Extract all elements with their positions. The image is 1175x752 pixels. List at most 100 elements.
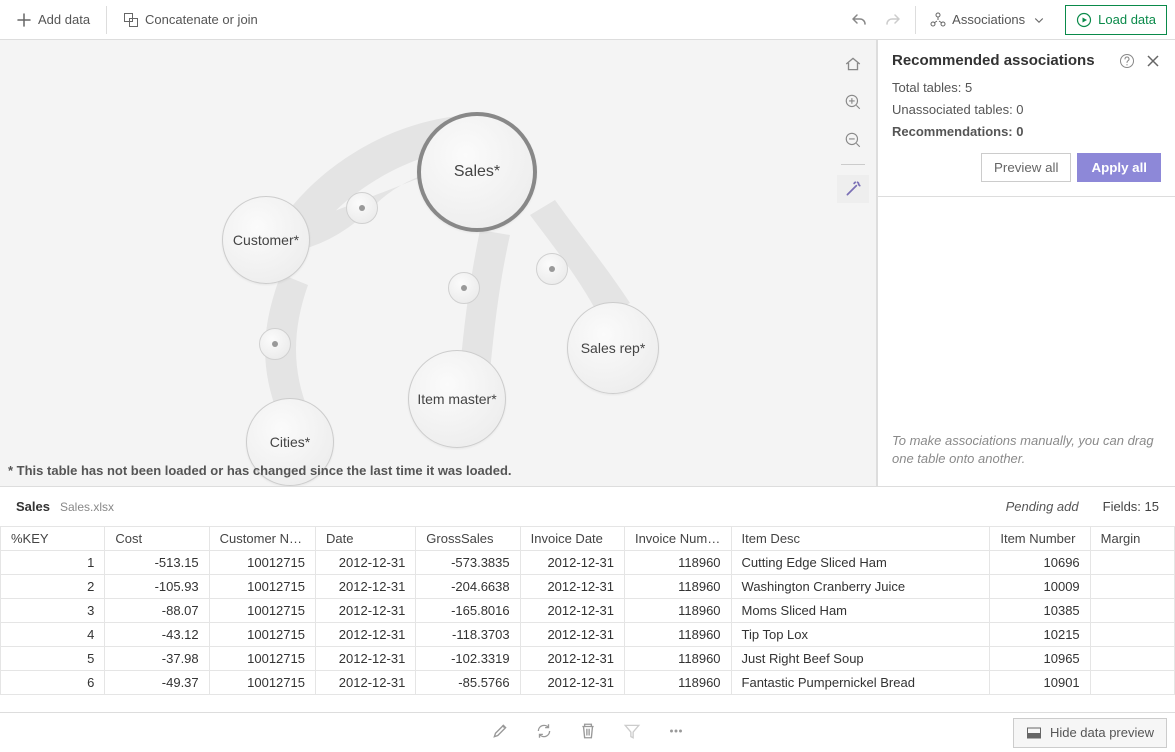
concatenate-icon [123, 12, 139, 28]
divider [878, 196, 1175, 197]
bubble-sales[interactable]: Sales* [417, 112, 537, 232]
column-header[interactable]: Invoice Date [520, 527, 624, 551]
bubble-customer[interactable]: Customer* [222, 196, 310, 284]
table-cell: 2012-12-31 [315, 551, 415, 575]
column-header[interactable]: Cost [105, 527, 209, 551]
add-data-button[interactable]: Add data [8, 6, 98, 34]
bottom-toolbar: Hide data preview [0, 712, 1175, 752]
table-cell: 2012-12-31 [520, 599, 624, 623]
refresh-icon[interactable] [535, 722, 553, 743]
load-data-button[interactable]: Load data [1065, 5, 1167, 35]
table-cell: 10012715 [209, 671, 315, 695]
apply-all-button[interactable]: Apply all [1077, 153, 1161, 182]
home-zoom-button[interactable] [837, 50, 869, 78]
undo-button[interactable] [843, 6, 875, 34]
table-cell: 2012-12-31 [315, 623, 415, 647]
main-area: Sales* Customer* Item master* Sales rep*… [0, 40, 1175, 486]
table-cell: 2012-12-31 [520, 671, 624, 695]
redo-button[interactable] [877, 6, 909, 34]
table-cell: 10965 [990, 647, 1090, 671]
table-cell: -102.3319 [416, 647, 520, 671]
concatenate-button[interactable]: Concatenate or join [115, 6, 266, 34]
recommendations-row: Recommendations: 0 [892, 121, 1161, 143]
table-cell: -513.15 [105, 551, 209, 575]
associations-label: Associations [952, 12, 1025, 27]
table-cell: -37.98 [105, 647, 209, 671]
table-cell: 3 [1, 599, 105, 623]
column-header[interactable]: GrossSales [416, 527, 520, 551]
concatenate-label: Concatenate or join [145, 12, 258, 27]
table-cell: -49.37 [105, 671, 209, 695]
table-row[interactable]: 6-49.37100127152012-12-31-85.57662012-12… [1, 671, 1175, 695]
table-cell: 4 [1, 623, 105, 647]
table-cell: 118960 [624, 647, 731, 671]
more-icon[interactable] [667, 722, 685, 743]
association-joint[interactable] [259, 328, 291, 360]
edit-icon[interactable] [491, 722, 509, 743]
column-header[interactable]: Item Number [990, 527, 1090, 551]
column-header[interactable]: Invoice Num… [624, 527, 731, 551]
table-cell: 6 [1, 671, 105, 695]
table-row[interactable]: 2-105.93100127152012-12-31-204.66382012-… [1, 575, 1175, 599]
add-data-label: Add data [38, 12, 90, 27]
column-header[interactable]: Customer N… [209, 527, 315, 551]
table-cell: Just Right Beef Soup [731, 647, 990, 671]
bubble-label: Customer* [233, 232, 299, 248]
load-data-label: Load data [1098, 12, 1156, 27]
zoom-in-button[interactable] [837, 88, 869, 116]
recommended-associations-panel: Recommended associations Total tables: 5… [877, 40, 1175, 486]
redo-icon [885, 12, 901, 28]
bubble-label: Cities* [270, 434, 310, 450]
panel-hint: To make associations manually, you can d… [878, 432, 1175, 486]
table-cell: 118960 [624, 671, 731, 695]
table-cell [1090, 623, 1174, 647]
table-row[interactable]: 5-37.98100127152012-12-31-102.33192012-1… [1, 647, 1175, 671]
table-cell: -204.6638 [416, 575, 520, 599]
close-icon[interactable] [1145, 53, 1161, 69]
association-canvas[interactable]: Sales* Customer* Item master* Sales rep*… [0, 40, 877, 486]
zoom-out-button[interactable] [837, 126, 869, 154]
hide-data-preview-button[interactable]: Hide data preview [1013, 718, 1167, 748]
column-header[interactable]: Margin [1090, 527, 1174, 551]
associations-menu[interactable]: Associations [922, 6, 1055, 34]
table-cell: 10012715 [209, 647, 315, 671]
filter-icon[interactable] [623, 722, 641, 743]
bubble-label: Item master* [417, 391, 496, 407]
table-cell: -118.3703 [416, 623, 520, 647]
preview-all-button[interactable]: Preview all [981, 153, 1071, 182]
table-row[interactable]: 4-43.12100127152012-12-31-118.37032012-1… [1, 623, 1175, 647]
play-circle-icon [1076, 12, 1092, 28]
table-row[interactable]: 1-513.15100127152012-12-31-573.38352012-… [1, 551, 1175, 575]
bubble-sales-rep[interactable]: Sales rep* [567, 302, 659, 394]
data-preview-table[interactable]: %KEYCostCustomer N…DateGrossSalesInvoice… [0, 526, 1175, 712]
table-cell: 10215 [990, 623, 1090, 647]
table-cell: 5 [1, 647, 105, 671]
table-cell: -105.93 [105, 575, 209, 599]
delete-icon[interactable] [579, 722, 597, 743]
table-cell: 118960 [624, 551, 731, 575]
bubble-item-master[interactable]: Item master* [408, 350, 506, 448]
panel-icon [1026, 725, 1042, 741]
association-joint[interactable] [346, 192, 378, 224]
magic-wand-button[interactable] [837, 175, 869, 203]
data-preview-header: Sales Sales.xlsx Pending add Fields: 15 [0, 486, 1175, 526]
table-cell [1090, 575, 1174, 599]
column-header[interactable]: Item Desc [731, 527, 990, 551]
preview-file: Sales.xlsx [60, 500, 114, 514]
column-header[interactable]: %KEY [1, 527, 105, 551]
table-cell: -573.3835 [416, 551, 520, 575]
canvas-footnote: * This table has not been loaded or has … [8, 463, 512, 478]
unassociated-row: Unassociated tables: 0 [892, 99, 1161, 121]
table-cell [1090, 551, 1174, 575]
top-toolbar: Add data Concatenate or join Association [0, 0, 1175, 40]
column-header[interactable]: Date [315, 527, 415, 551]
table-cell: Cutting Edge Sliced Ham [731, 551, 990, 575]
hide-label: Hide data preview [1050, 725, 1154, 740]
panel-title: Recommended associations [892, 52, 1119, 69]
help-icon[interactable] [1119, 53, 1135, 69]
association-joint[interactable] [536, 253, 568, 285]
association-joint[interactable] [448, 272, 480, 304]
table-cell: Washington Cranberry Juice [731, 575, 990, 599]
table-row[interactable]: 3-88.07100127152012-12-31-165.80162012-1… [1, 599, 1175, 623]
associations-icon [930, 12, 946, 28]
